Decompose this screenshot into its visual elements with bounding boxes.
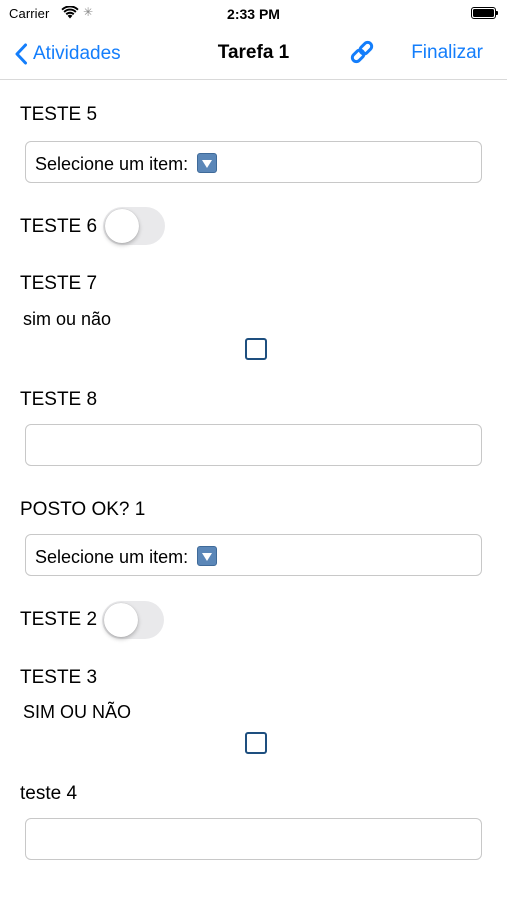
checkbox-teste3[interactable] bbox=[245, 732, 267, 754]
status-time: 2:33 PM bbox=[227, 6, 280, 22]
select-posto[interactable]: Selecione um item: bbox=[25, 534, 482, 576]
field-label-teste7: TESTE 7 bbox=[20, 273, 98, 294]
toggle-teste2[interactable] bbox=[102, 601, 164, 639]
toggle-teste6[interactable] bbox=[103, 207, 165, 245]
toggle-knob bbox=[105, 209, 139, 243]
navigation-bar: Atividades Tarefa 1 Finalizar bbox=[0, 28, 507, 80]
sub-label-teste7: sim ou não bbox=[23, 309, 112, 329]
sub-label-teste3: SIM OU NÃO bbox=[23, 702, 132, 722]
dropdown-arrow-icon bbox=[197, 153, 218, 173]
field-label-teste5: TESTE 5 bbox=[20, 104, 98, 125]
finish-button[interactable]: Finalizar bbox=[411, 42, 483, 64]
link-icon[interactable] bbox=[348, 38, 376, 66]
toggle-knob bbox=[104, 603, 138, 637]
select-posto-value: Selecione um item: bbox=[35, 547, 189, 567]
field-label-posto: POSTO OK? 1 bbox=[20, 499, 146, 520]
select-teste5-value: Selecione um item: bbox=[35, 154, 189, 174]
field-label-teste6: TESTE 6 bbox=[20, 216, 98, 237]
status-bar: Carrier ✳ 2:33 PM bbox=[0, 0, 507, 28]
field-label-teste8: TESTE 8 bbox=[20, 389, 98, 410]
field-label-teste4: teste 4 bbox=[20, 783, 78, 804]
field-label-teste2: TESTE 2 bbox=[20, 609, 98, 630]
checkbox-teste7[interactable] bbox=[245, 338, 267, 360]
text-input-teste4[interactable] bbox=[25, 818, 482, 860]
battery-full-icon bbox=[471, 7, 499, 19]
dropdown-arrow-icon bbox=[197, 546, 218, 566]
field-label-teste3: TESTE 3 bbox=[20, 667, 98, 688]
text-input-teste8[interactable] bbox=[25, 424, 482, 466]
select-teste5[interactable]: Selecione um item: bbox=[25, 141, 482, 183]
